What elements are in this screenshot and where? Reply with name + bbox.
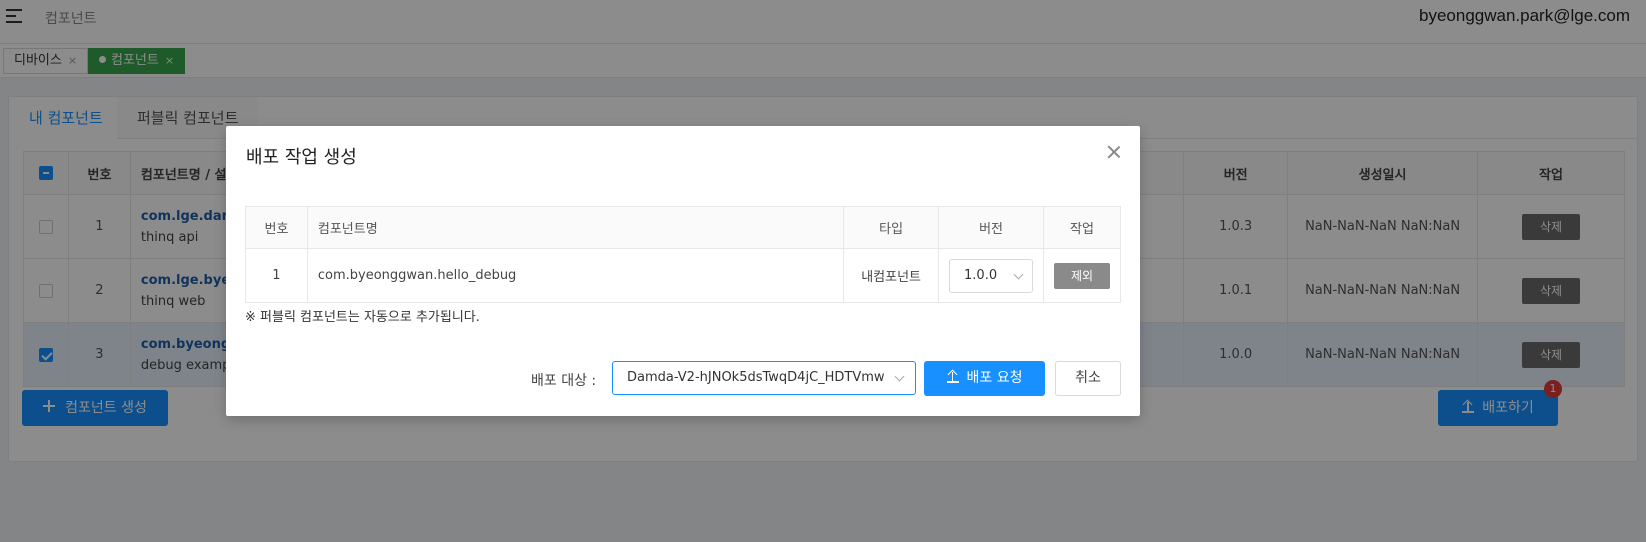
col-number: 번호 [245,206,308,249]
chevron-down-icon [1013,269,1024,279]
modal-title: 배포 작업 생성 [246,147,357,168]
col-version: 버전 [938,206,1044,249]
public-component-note: ※ 퍼블릭 컴포넌트는 자동으로 추가됩니다. [245,310,480,325]
version-select[interactable]: 1.0.0 [949,258,1034,293]
deploy-target-label: 배포 대상 : [531,373,597,389]
col-type: 타입 [843,206,940,249]
col-action: 작업 [1043,206,1121,249]
exclude-button[interactable]: 제외 [1054,262,1110,289]
table-row: 1 com.byeonggwan.hello_debug 내컴포넌트 1.0.0… [245,248,1121,303]
deploy-job-modal: 배포 작업 생성 번호 컴포넌트명 타입 버전 작업 1 com.byeongg… [226,126,1140,416]
upload-icon [946,370,959,383]
deploy-component-table: 번호 컴포넌트명 타입 버전 작업 1 com.byeonggwan.hello… [245,206,1121,303]
cancel-button[interactable]: 취소 [1055,361,1121,396]
deploy-target-value: Damda-V2-hJNOk5dsTwqD4jC_HDTVmw [627,370,885,385]
deploy-request-button[interactable]: 배포 요청 [924,361,1045,396]
row-number: 1 [245,248,308,303]
row-component-name: com.byeonggwan.hello_debug [306,248,845,303]
close-icon[interactable] [1106,144,1122,160]
col-name: 컴포넌트명 [306,206,845,249]
deploy-request-label: 배포 요청 [966,370,1023,386]
row-type: 내컴포넌트 [843,248,940,303]
version-select-value: 1.0.0 [964,267,998,283]
chevron-down-icon [894,371,905,382]
deploy-target-select[interactable]: Damda-V2-hJNOk5dsTwqD4jC_HDTVmw [612,361,916,395]
